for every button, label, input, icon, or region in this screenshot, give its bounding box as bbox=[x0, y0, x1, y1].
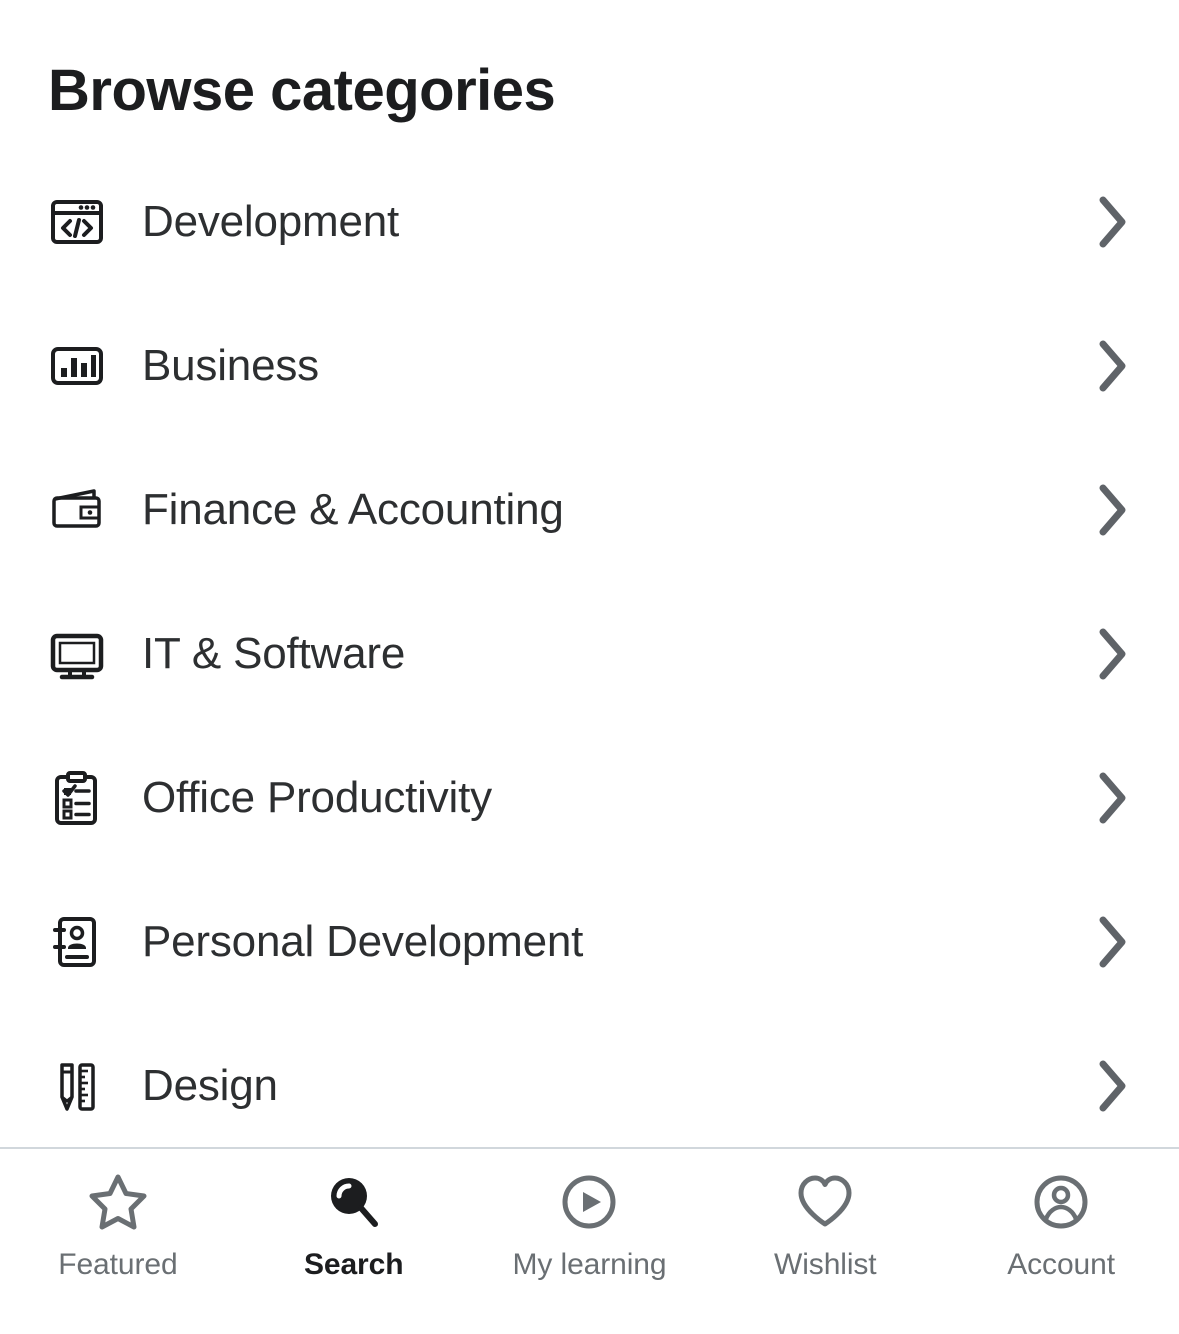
user-circle-icon bbox=[1030, 1171, 1092, 1233]
category-label: Business bbox=[142, 341, 319, 390]
code-window-icon bbox=[48, 191, 110, 253]
page-title: Browse categories bbox=[48, 58, 556, 123]
chevron-right-icon[interactable] bbox=[1091, 626, 1135, 682]
nav-tab-my-learning[interactable]: My learning bbox=[472, 1171, 708, 1283]
category-label: Development bbox=[142, 197, 400, 246]
browse-categories-screen: Browse categories Development Business F… bbox=[0, 0, 1179, 1334]
chevron-right-icon[interactable] bbox=[1091, 194, 1135, 250]
nav-label: My learning bbox=[512, 1248, 667, 1281]
nav-tab-account[interactable]: Account bbox=[943, 1171, 1179, 1283]
nav-label: Search bbox=[303, 1248, 404, 1281]
monitor-icon bbox=[48, 623, 110, 685]
category-row-business[interactable]: Business bbox=[0, 294, 1179, 438]
heart-icon bbox=[794, 1171, 856, 1233]
category-label: Personal Development bbox=[142, 917, 584, 966]
category-row-personal-development[interactable]: Personal Development bbox=[0, 870, 1179, 1014]
category-label: Design bbox=[142, 1061, 278, 1110]
category-row-it-software[interactable]: IT & Software bbox=[0, 582, 1179, 726]
chevron-right-icon[interactable] bbox=[1091, 482, 1135, 538]
nav-tab-featured[interactable]: Featured bbox=[0, 1171, 236, 1283]
category-row-finance-accounting[interactable]: Finance & Accounting bbox=[0, 438, 1179, 582]
chevron-right-icon[interactable] bbox=[1091, 770, 1135, 826]
category-label: Finance & Accounting bbox=[142, 485, 564, 534]
bar-chart-icon bbox=[48, 335, 110, 397]
nav-label: Account bbox=[1007, 1248, 1115, 1281]
category-label: IT & Software bbox=[142, 629, 406, 678]
nav-label: Wishlist bbox=[774, 1248, 877, 1281]
chevron-right-icon[interactable] bbox=[1091, 1058, 1135, 1114]
star-icon bbox=[87, 1171, 149, 1233]
category-label: Office Productivity bbox=[142, 773, 492, 822]
chevron-right-icon[interactable] bbox=[1091, 338, 1135, 394]
category-row-office-productivity[interactable]: Office Productivity bbox=[0, 726, 1179, 870]
chevron-right-icon[interactable] bbox=[1091, 914, 1135, 970]
wallet-icon bbox=[48, 479, 110, 541]
play-circle-icon bbox=[558, 1171, 620, 1233]
address-book-icon bbox=[48, 911, 110, 973]
category-row-design[interactable]: Design bbox=[0, 1014, 1179, 1158]
nav-tab-wishlist[interactable]: Wishlist bbox=[707, 1171, 943, 1283]
nav-label: Featured bbox=[58, 1248, 178, 1281]
clipboard-list-icon bbox=[48, 767, 110, 829]
category-row-development[interactable]: Development bbox=[0, 150, 1179, 294]
search-icon bbox=[323, 1171, 385, 1233]
bottom-navigation-bar: Featured Search My learning Wishlist Acc… bbox=[0, 1147, 1179, 1334]
nav-tab-search[interactable]: Search bbox=[236, 1171, 472, 1283]
pencil-ruler-icon bbox=[48, 1055, 110, 1117]
